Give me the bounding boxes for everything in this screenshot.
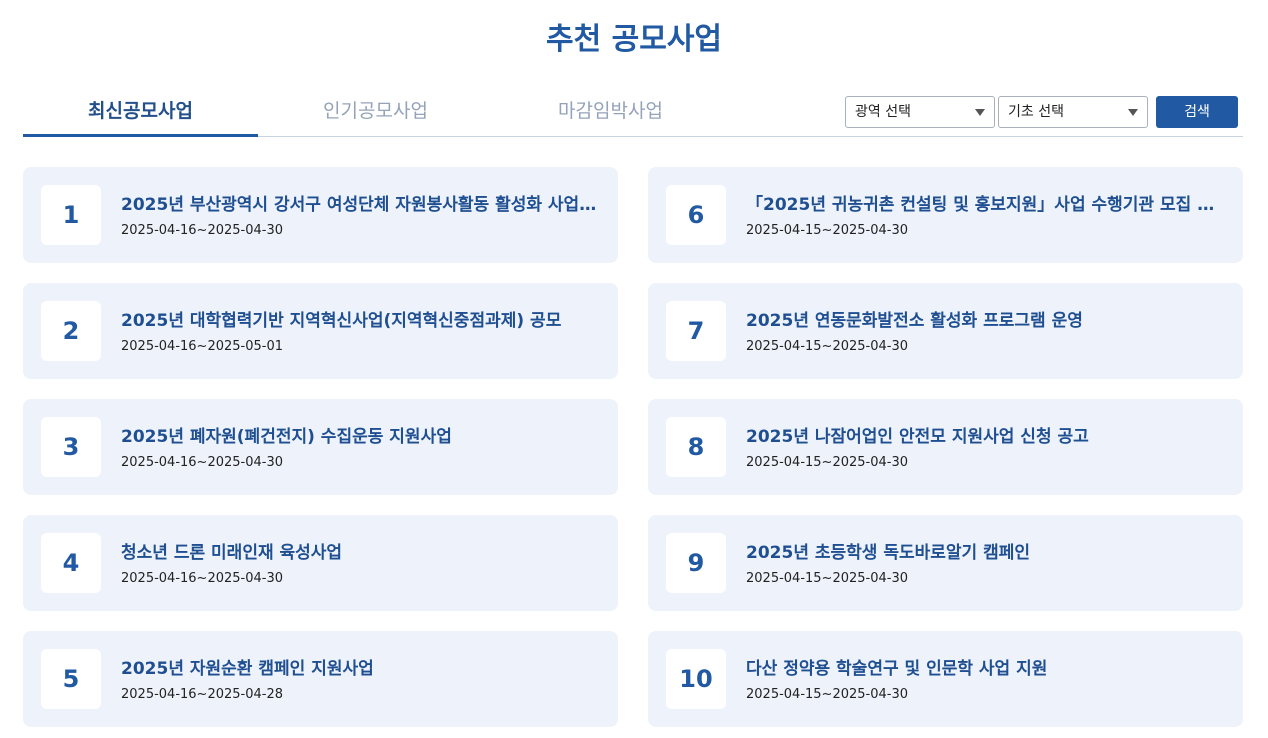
item-number: 10 xyxy=(666,649,726,709)
item-date: 2025-04-16~2025-04-30 xyxy=(121,223,283,238)
list-item[interactable]: 8 2025년 나잠어업인 안전모 지원사업 신청 공고 2025-04-15~… xyxy=(648,399,1243,495)
item-title[interactable]: 2025년 자원순환 캠페인 지원사업 xyxy=(121,654,601,679)
item-title[interactable]: 2025년 대학협력기반 지역혁신사업(지역혁신중점과제) 공모 xyxy=(121,306,601,331)
item-date: 2025-04-15~2025-04-30 xyxy=(746,687,908,702)
tab-latest[interactable]: 최신공모사업 xyxy=(23,90,258,137)
item-title[interactable]: 「2025년 귀농귀촌 컨설팅 및 홍보지원」사업 수행기관 모집 공고 xyxy=(746,190,1226,215)
item-number: 9 xyxy=(666,533,726,593)
list-item[interactable]: 4 청소년 드론 미래인재 육성사업 2025-04-16~2025-04-30 xyxy=(23,515,618,611)
search-button[interactable]: 검색 xyxy=(1156,96,1238,128)
item-number: 5 xyxy=(41,649,101,709)
item-date: 2025-04-16~2025-04-30 xyxy=(121,571,283,586)
item-title[interactable]: 2025년 부산광역시 강서구 여성단체 자원봉사활동 활성화 사업 … xyxy=(121,190,601,215)
item-date: 2025-04-16~2025-05-01 xyxy=(121,339,283,354)
chevron-down-icon xyxy=(975,109,985,116)
item-date: 2025-04-15~2025-04-30 xyxy=(746,339,908,354)
region-select[interactable]: 광역 선택 xyxy=(845,96,995,128)
item-number: 4 xyxy=(41,533,101,593)
list-item[interactable]: 2 2025년 대학협력기반 지역혁신사업(지역혁신중점과제) 공모 2025-… xyxy=(23,283,618,379)
item-date: 2025-04-15~2025-04-30 xyxy=(746,571,908,586)
item-number: 7 xyxy=(666,301,726,361)
list-item[interactable]: 9 2025년 초등학생 독도바로알기 캠페인 2025-04-15~2025-… xyxy=(648,515,1243,611)
item-date: 2025-04-15~2025-04-30 xyxy=(746,455,908,470)
region-select-value: 광역 선택 xyxy=(855,104,911,120)
list-item[interactable]: 5 2025년 자원순환 캠페인 지원사업 2025-04-16~2025-04… xyxy=(23,631,618,727)
item-number: 6 xyxy=(666,185,726,245)
list-item[interactable]: 3 2025년 폐자원(폐건전지) 수집운동 지원사업 2025-04-16~2… xyxy=(23,399,618,495)
item-title[interactable]: 청소년 드론 미래인재 육성사업 xyxy=(121,538,601,563)
item-number: 1 xyxy=(41,185,101,245)
item-title[interactable]: 2025년 나잠어업인 안전모 지원사업 신청 공고 xyxy=(746,422,1226,447)
item-title[interactable]: 다산 정약용 학술연구 및 인문학 사업 지원 xyxy=(746,654,1226,679)
list-item[interactable]: 7 2025년 연동문화발전소 활성화 프로그램 운영 2025-04-15~2… xyxy=(648,283,1243,379)
item-date: 2025-04-16~2025-04-30 xyxy=(121,455,283,470)
basic-select-value: 기초 선택 xyxy=(1008,104,1064,120)
tab-deadline[interactable]: 마감임박사업 xyxy=(493,90,728,136)
list-item[interactable]: 10 다산 정약용 학술연구 및 인문학 사업 지원 2025-04-15~20… xyxy=(648,631,1243,727)
item-number: 8 xyxy=(666,417,726,477)
chevron-down-icon xyxy=(1128,109,1138,116)
basic-select[interactable]: 기초 선택 xyxy=(998,96,1148,128)
item-title[interactable]: 2025년 초등학생 독도바로알기 캠페인 xyxy=(746,538,1226,563)
tab-popular[interactable]: 인기공모사업 xyxy=(258,90,493,136)
list-item[interactable]: 1 2025년 부산광역시 강서구 여성단체 자원봉사활동 활성화 사업 … 2… xyxy=(23,167,618,263)
item-date: 2025-04-16~2025-04-28 xyxy=(121,687,283,702)
item-title[interactable]: 2025년 연동문화발전소 활성화 프로그램 운영 xyxy=(746,306,1226,331)
page-title: 추천 공모사업 xyxy=(545,22,723,57)
item-title[interactable]: 2025년 폐자원(폐건전지) 수집운동 지원사업 xyxy=(121,422,601,447)
item-number: 2 xyxy=(41,301,101,361)
list-item[interactable]: 6 「2025년 귀농귀촌 컨설팅 및 홍보지원」사업 수행기관 모집 공고 2… xyxy=(648,167,1243,263)
item-date: 2025-04-15~2025-04-30 xyxy=(746,223,908,238)
item-number: 3 xyxy=(41,417,101,477)
